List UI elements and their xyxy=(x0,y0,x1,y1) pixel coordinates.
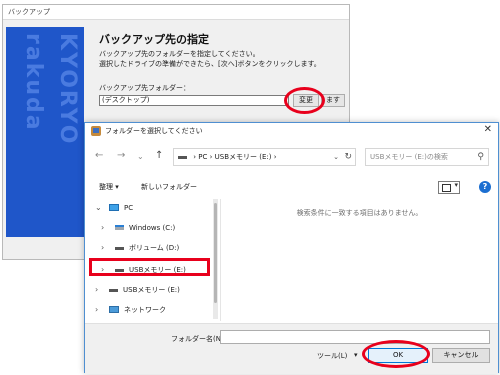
windows-drive-icon xyxy=(115,225,124,230)
chevron-down-icon[interactable]: ▾ xyxy=(354,351,358,359)
description-line-2: 選択したドライブの準備ができたら、[次へ]ボタンをクリックします。 xyxy=(99,60,321,68)
arrow-left-icon[interactable]: ← xyxy=(95,150,103,161)
page-heading: バックアップ先の指定 xyxy=(99,33,209,46)
tree-item-label: Windows (C:) xyxy=(129,224,176,232)
breadcrumb-separator: › xyxy=(273,153,277,161)
folder-content-pane[interactable]: 検索条件に一致する項目はありません。 xyxy=(220,199,498,321)
page-description: バックアップ先のフォルダーを指定してください。 選択したドライブの準備ができたら… xyxy=(99,49,349,69)
tree-item-windows-c[interactable]: › Windows (C:) xyxy=(87,219,212,237)
folder-name-input[interactable] xyxy=(220,330,490,344)
dialog-footer: フォルダー名(N): ツール(L) ▾ OK キャンセル xyxy=(85,323,498,374)
tools-button[interactable]: ツール(L) xyxy=(317,351,347,361)
description-line-1: バックアップ先のフォルダーを指定してください。 xyxy=(99,50,260,58)
chevron-down-icon[interactable]: ⌄ xyxy=(95,199,102,217)
folder-label: バックアップ先フォルダー： xyxy=(99,84,190,92)
dialog-title: フォルダーを選択してください xyxy=(105,127,203,135)
breadcrumb-drive[interactable]: USBメモリー (E:) xyxy=(215,153,272,161)
breadcrumb-pc[interactable]: PC xyxy=(198,153,207,161)
search-placeholder: USBメモリー (E:)の検索 xyxy=(370,153,448,161)
cancel-button[interactable]: キャンセル xyxy=(432,348,490,363)
new-folder-button[interactable]: 新しいフォルダー xyxy=(141,182,197,192)
usb-drive-icon xyxy=(109,289,118,292)
navigation-bar: ← → ⌄ ↑ › PC › USBメモリー (E:) › ⌄ ↻ USBメモリ… xyxy=(85,145,498,169)
pc-icon xyxy=(109,204,119,211)
drive-icon xyxy=(115,247,124,250)
annotation-rect-usb xyxy=(89,258,210,276)
address-dropdown-icon[interactable]: ⌄ xyxy=(333,149,339,165)
view-options-button[interactable] xyxy=(438,181,460,194)
app-icon xyxy=(91,126,101,136)
chevron-right-icon[interactable]: › xyxy=(95,281,98,299)
chevron-right-icon[interactable]: › xyxy=(101,239,104,257)
breadcrumb-separator: › xyxy=(209,153,213,161)
arrow-up-icon[interactable]: ↑ xyxy=(155,150,163,161)
search-input[interactable]: USBメモリー (E:)の検索 ⚲ xyxy=(365,148,489,166)
help-icon[interactable]: ? xyxy=(479,181,491,193)
tree-item-label: ネットワーク xyxy=(124,306,166,314)
brand-logo: KYORYO rakuda xyxy=(21,33,80,146)
address-bar[interactable]: › PC › USBメモリー (E:) › ⌄ ↻ xyxy=(173,148,356,166)
tree-item-network[interactable]: › ネットワーク xyxy=(87,301,212,319)
tree-item-volume-d[interactable]: › ボリューム (D:) xyxy=(87,239,212,257)
folder-name-label: フォルダー名(N): xyxy=(171,335,227,343)
backup-window-title: バックアップ xyxy=(3,5,349,20)
organize-label: 整理 xyxy=(99,183,113,191)
arrow-right-icon[interactable]: → xyxy=(117,150,125,161)
breadcrumb-separator: › xyxy=(193,153,197,161)
chevron-right-icon[interactable]: › xyxy=(101,219,104,237)
empty-message: 検索条件に一致する項目はありません。 xyxy=(296,209,423,217)
search-icon[interactable]: ⚲ xyxy=(477,149,484,165)
close-icon[interactable]: ✕ xyxy=(484,124,492,135)
network-icon xyxy=(109,306,119,313)
refresh-icon[interactable]: ↻ xyxy=(344,149,352,165)
annotation-circle-change xyxy=(284,87,325,114)
tree-item-label: ボリューム (D:) xyxy=(129,244,180,252)
chevron-down-icon[interactable]: ⌄ xyxy=(137,152,144,161)
dialog-titlebar: フォルダーを選択してください ✕ xyxy=(85,123,498,140)
organize-button[interactable]: 整理 ▾ xyxy=(99,182,119,192)
pc-icon xyxy=(178,155,187,159)
tree-scrollbar[interactable] xyxy=(213,199,218,319)
tree-item-pc[interactable]: ⌄ PC xyxy=(87,199,212,217)
brand-banner: KYORYO rakuda xyxy=(6,27,84,237)
folder-path-field[interactable]: (デスクトップ) xyxy=(99,95,289,106)
folder-select-dialog: フォルダーを選択してください ✕ ← → ⌄ ↑ › PC › USBメモリー … xyxy=(84,122,499,374)
tree-item-label: USBメモリー (E:) xyxy=(123,286,180,294)
tree-item-label: PC xyxy=(124,204,134,212)
command-toolbar: 整理 ▾ 新しいフォルダー ? xyxy=(85,178,498,198)
annotation-circle-ok xyxy=(362,340,430,368)
tree-item-usb-e-root[interactable]: › USBメモリー (E:) xyxy=(87,281,212,299)
chevron-right-icon[interactable]: › xyxy=(95,301,98,319)
